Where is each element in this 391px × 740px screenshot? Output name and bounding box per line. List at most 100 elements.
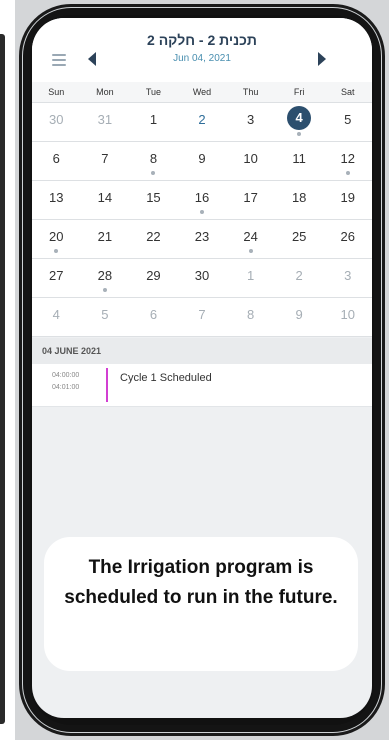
calendar-day[interactable]: 9 [178,142,227,180]
day-number: 18 [291,190,307,205]
day-number: 25 [291,229,307,244]
calendar-day[interactable]: 3 [323,259,372,297]
calendar-week-row: 13 14 15 16 17 18 19 [32,181,372,220]
weekday-label: Sat [341,87,355,97]
calendar-day[interactable]: 6 [129,298,178,336]
day-number: 7 [101,151,109,166]
day-number: 29 [146,268,161,283]
event-indicator-dot [248,249,253,253]
day-number: 17 [243,190,258,205]
day-number: 14 [97,190,113,205]
calendar-day[interactable]: 30 [178,259,227,297]
event-end-time: 04:01:00 [52,384,80,391]
calendar-day[interactable]: 15 [129,181,178,219]
day-number: 10 [340,307,355,322]
day-number: 4 [287,106,312,130]
calendar-day[interactable]: 3 [226,103,275,141]
day-number: 22 [146,229,161,244]
day-number: 2 [295,268,303,283]
day-number: 13 [49,190,64,205]
selected-date: Jun 04, 2021 [173,53,231,64]
caption-bubble: The Irrigation program is scheduled to r… [44,537,358,671]
calendar-day[interactable]: 22 [129,220,178,258]
event-indicator-dot [345,171,350,175]
calendar-day[interactable]: 24 [226,220,275,258]
calendar-day[interactable]: 9 [275,298,324,336]
day-number: 5 [344,112,352,127]
day-number: 9 [295,307,303,322]
weekday-label: Wed [192,87,212,97]
weekday-label: Thu [242,87,259,97]
calendar-day[interactable]: 2 [178,103,227,141]
day-number: 15 [146,190,161,205]
program-title: תכנית 2 - חלקה 2 [147,32,257,48]
calendar-grid: 30 31 1 2 3 4 5 6 7 8 9 10 11 12 13 14 15 16 17 18 19 20 21 22 2… [32,103,372,337]
event-indicator-dot [200,210,205,214]
day-number: 30 [194,268,210,283]
day-number: 3 [246,112,255,127]
day-number: 31 [97,112,113,127]
calendar-day[interactable]: 17 [226,181,275,219]
calendar-day[interactable]: 13 [32,181,81,219]
calendar-day[interactable]: 28 [81,259,130,297]
calendar-day[interactable]: 7 [81,142,130,180]
calendar-day[interactable]: 30 [32,103,81,141]
adjacent-frame-edge [0,34,5,724]
calendar-day[interactable]: 8 [129,142,178,180]
calendar-day[interactable]: 25 [275,220,324,258]
calendar-day[interactable]: 10 [226,142,275,180]
agenda-date-header: 04 JUNE 2021 [32,338,372,364]
calendar-day[interactable]: 27 [32,259,81,297]
previous-month-icon[interactable] [88,52,96,66]
day-number: 10 [243,151,258,166]
day-number: 30 [49,112,64,127]
day-number: 3 [344,268,352,283]
calendar-day[interactable]: 12 [323,142,372,180]
calendar-day[interactable]: 5 [81,298,130,336]
calendar-day[interactable]: 31 [81,103,130,141]
calendar-day[interactable]: 8 [226,298,275,336]
weekday-label: Mon [96,87,114,97]
day-number: 5 [101,307,109,322]
calendar-day[interactable]: 26 [323,220,372,258]
calendar-day[interactable]: 16 [178,181,227,219]
day-number: 11 [292,151,306,166]
calendar-day[interactable]: 2 [275,259,324,297]
day-number: 27 [49,268,64,283]
day-number: 9 [198,151,206,166]
calendar-week-row: 20 21 22 23 24 25 26 [32,220,372,259]
hamburger-menu-icon[interactable] [52,54,66,69]
weekday-label: Sun [48,87,65,97]
day-number: 19 [340,190,355,205]
agenda-event[interactable]: 04:00:00 04:01:00 Cycle 1 Scheduled [32,364,372,407]
calendar-week-row: 6 7 8 9 10 11 12 [32,142,372,181]
calendar-day[interactable]: 6 [32,142,81,180]
calendar-day[interactable]: 19 [323,181,372,219]
weekday-label: Fri [293,87,305,97]
calendar-day[interactable]: 10 [323,298,372,336]
day-number: 26 [340,229,355,244]
event-color-bar [106,368,108,402]
calendar-day[interactable]: 11 [275,142,324,180]
next-month-icon[interactable] [318,52,326,66]
calendar-week-row: 4 5 6 7 8 9 10 [32,298,372,337]
calendar-day[interactable]: 14 [81,181,130,219]
calendar-day[interactable]: 4 [32,298,81,336]
calendar-day[interactable]: 1 [226,259,275,297]
calendar-day-selected[interactable]: 4 [275,103,324,141]
event-start-time: 04:00:00 [52,372,80,379]
weekday-header-row: Sun Mon Tue Wed Thu Fri Sat [32,82,372,103]
calendar-day[interactable]: 18 [275,181,324,219]
calendar-day[interactable]: 1 [129,103,178,141]
day-number: 7 [198,307,206,322]
calendar-day[interactable]: 20 [32,220,81,258]
day-number: 8 [246,307,255,322]
calendar-day[interactable]: 5 [323,103,372,141]
event-title: Cycle 1 Scheduled [120,372,212,384]
calendar-day[interactable]: 21 [81,220,130,258]
event-indicator-dot [297,132,302,136]
calendar-header: תכנית 2 - חלקה 2 Jun 04, 2021 [32,18,372,82]
calendar-day[interactable]: 29 [129,259,178,297]
calendar-day[interactable]: 23 [178,220,227,258]
calendar-day[interactable]: 7 [178,298,227,336]
